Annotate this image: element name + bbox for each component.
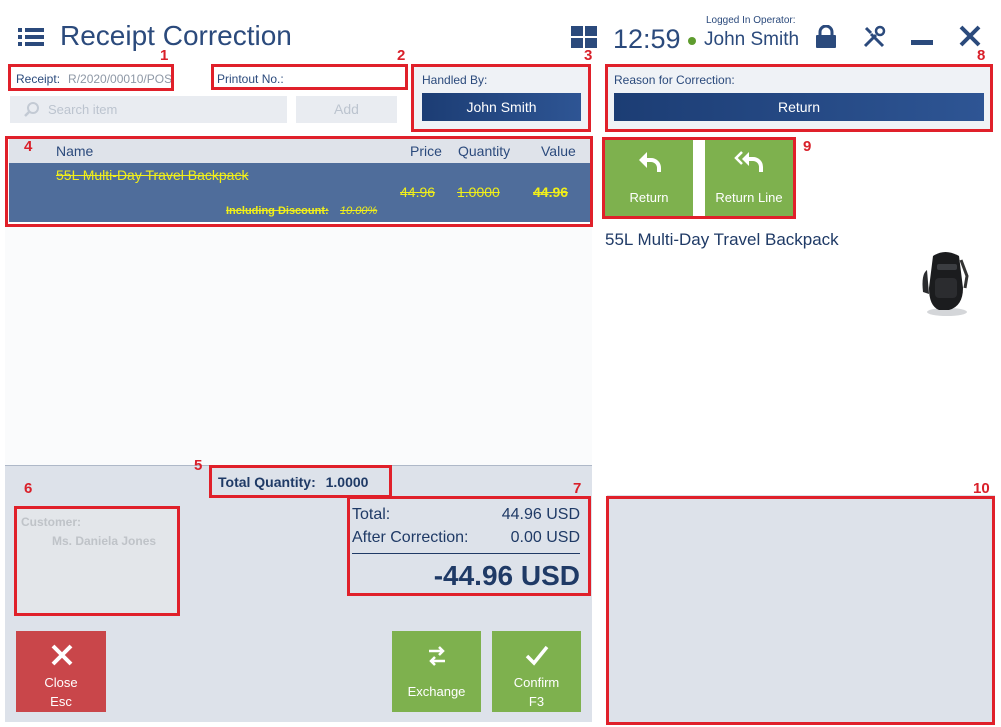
annotation-box-10: [606, 496, 995, 725]
menu-icon[interactable]: [18, 26, 44, 48]
annotation-number-5: 5: [194, 457, 203, 474]
annotation-number-10: 10: [973, 480, 990, 497]
close-x-icon: [51, 644, 73, 666]
close-icon[interactable]: [958, 24, 982, 48]
exchange-icon: [429, 646, 445, 666]
add-button[interactable]: Add: [296, 96, 397, 123]
confirm-button[interactable]: Confirm F3: [492, 631, 581, 712]
annotation-number-6: 6: [24, 480, 33, 497]
annotation-box-2: [211, 64, 408, 90]
annotation-box-1: [8, 64, 174, 91]
tools-icon[interactable]: [862, 25, 886, 49]
minimize-icon[interactable]: [911, 40, 933, 45]
search-icon: [24, 102, 39, 117]
annotation-number-4: 4: [24, 138, 33, 155]
annotation-box-8: [605, 64, 993, 132]
annotation-box-7: [347, 496, 591, 596]
annotation-number-7: 7: [573, 480, 582, 497]
confirm-key: F3: [528, 694, 545, 709]
backpack-image: [922, 252, 969, 316]
annotation-box-6: [14, 506, 180, 616]
annotation-number-8: 8: [977, 47, 986, 64]
annotation-number-9: 9: [803, 138, 812, 155]
annotation-number-3: 3: [584, 47, 593, 64]
annotation-box-9: [602, 137, 796, 219]
item-list-empty-area: [5, 225, 592, 465]
annotation-number-2: 2: [397, 47, 406, 64]
close-key: Esc: [50, 694, 72, 709]
annotation-number-1: 1: [160, 47, 169, 64]
annotation-box-4: [5, 136, 593, 227]
operator-name[interactable]: John Smith: [704, 29, 799, 51]
annotation-box-5: [209, 465, 392, 498]
lock-icon[interactable]: [815, 25, 837, 49]
search-input[interactable]: Search item: [10, 96, 287, 123]
item-preview-name: 55L Multi-Day Travel Backpack: [605, 230, 839, 249]
clock: 12:59: [613, 24, 681, 54]
confirm-label: Confirm: [513, 675, 560, 690]
checkmark-icon: [525, 645, 549, 666]
operator-label: Logged In Operator:: [706, 15, 796, 26]
close-label: Close: [44, 675, 78, 690]
exchange-button[interactable]: Exchange: [392, 631, 481, 712]
page-title: Receipt Correction: [60, 20, 292, 51]
annotation-box-3: [411, 64, 591, 132]
exchange-label: Exchange: [407, 684, 466, 699]
grid-icon[interactable]: [571, 26, 597, 48]
online-status-dot: [688, 37, 696, 45]
close-button[interactable]: Close Esc: [16, 631, 106, 712]
search-placeholder: Search item: [48, 102, 118, 117]
